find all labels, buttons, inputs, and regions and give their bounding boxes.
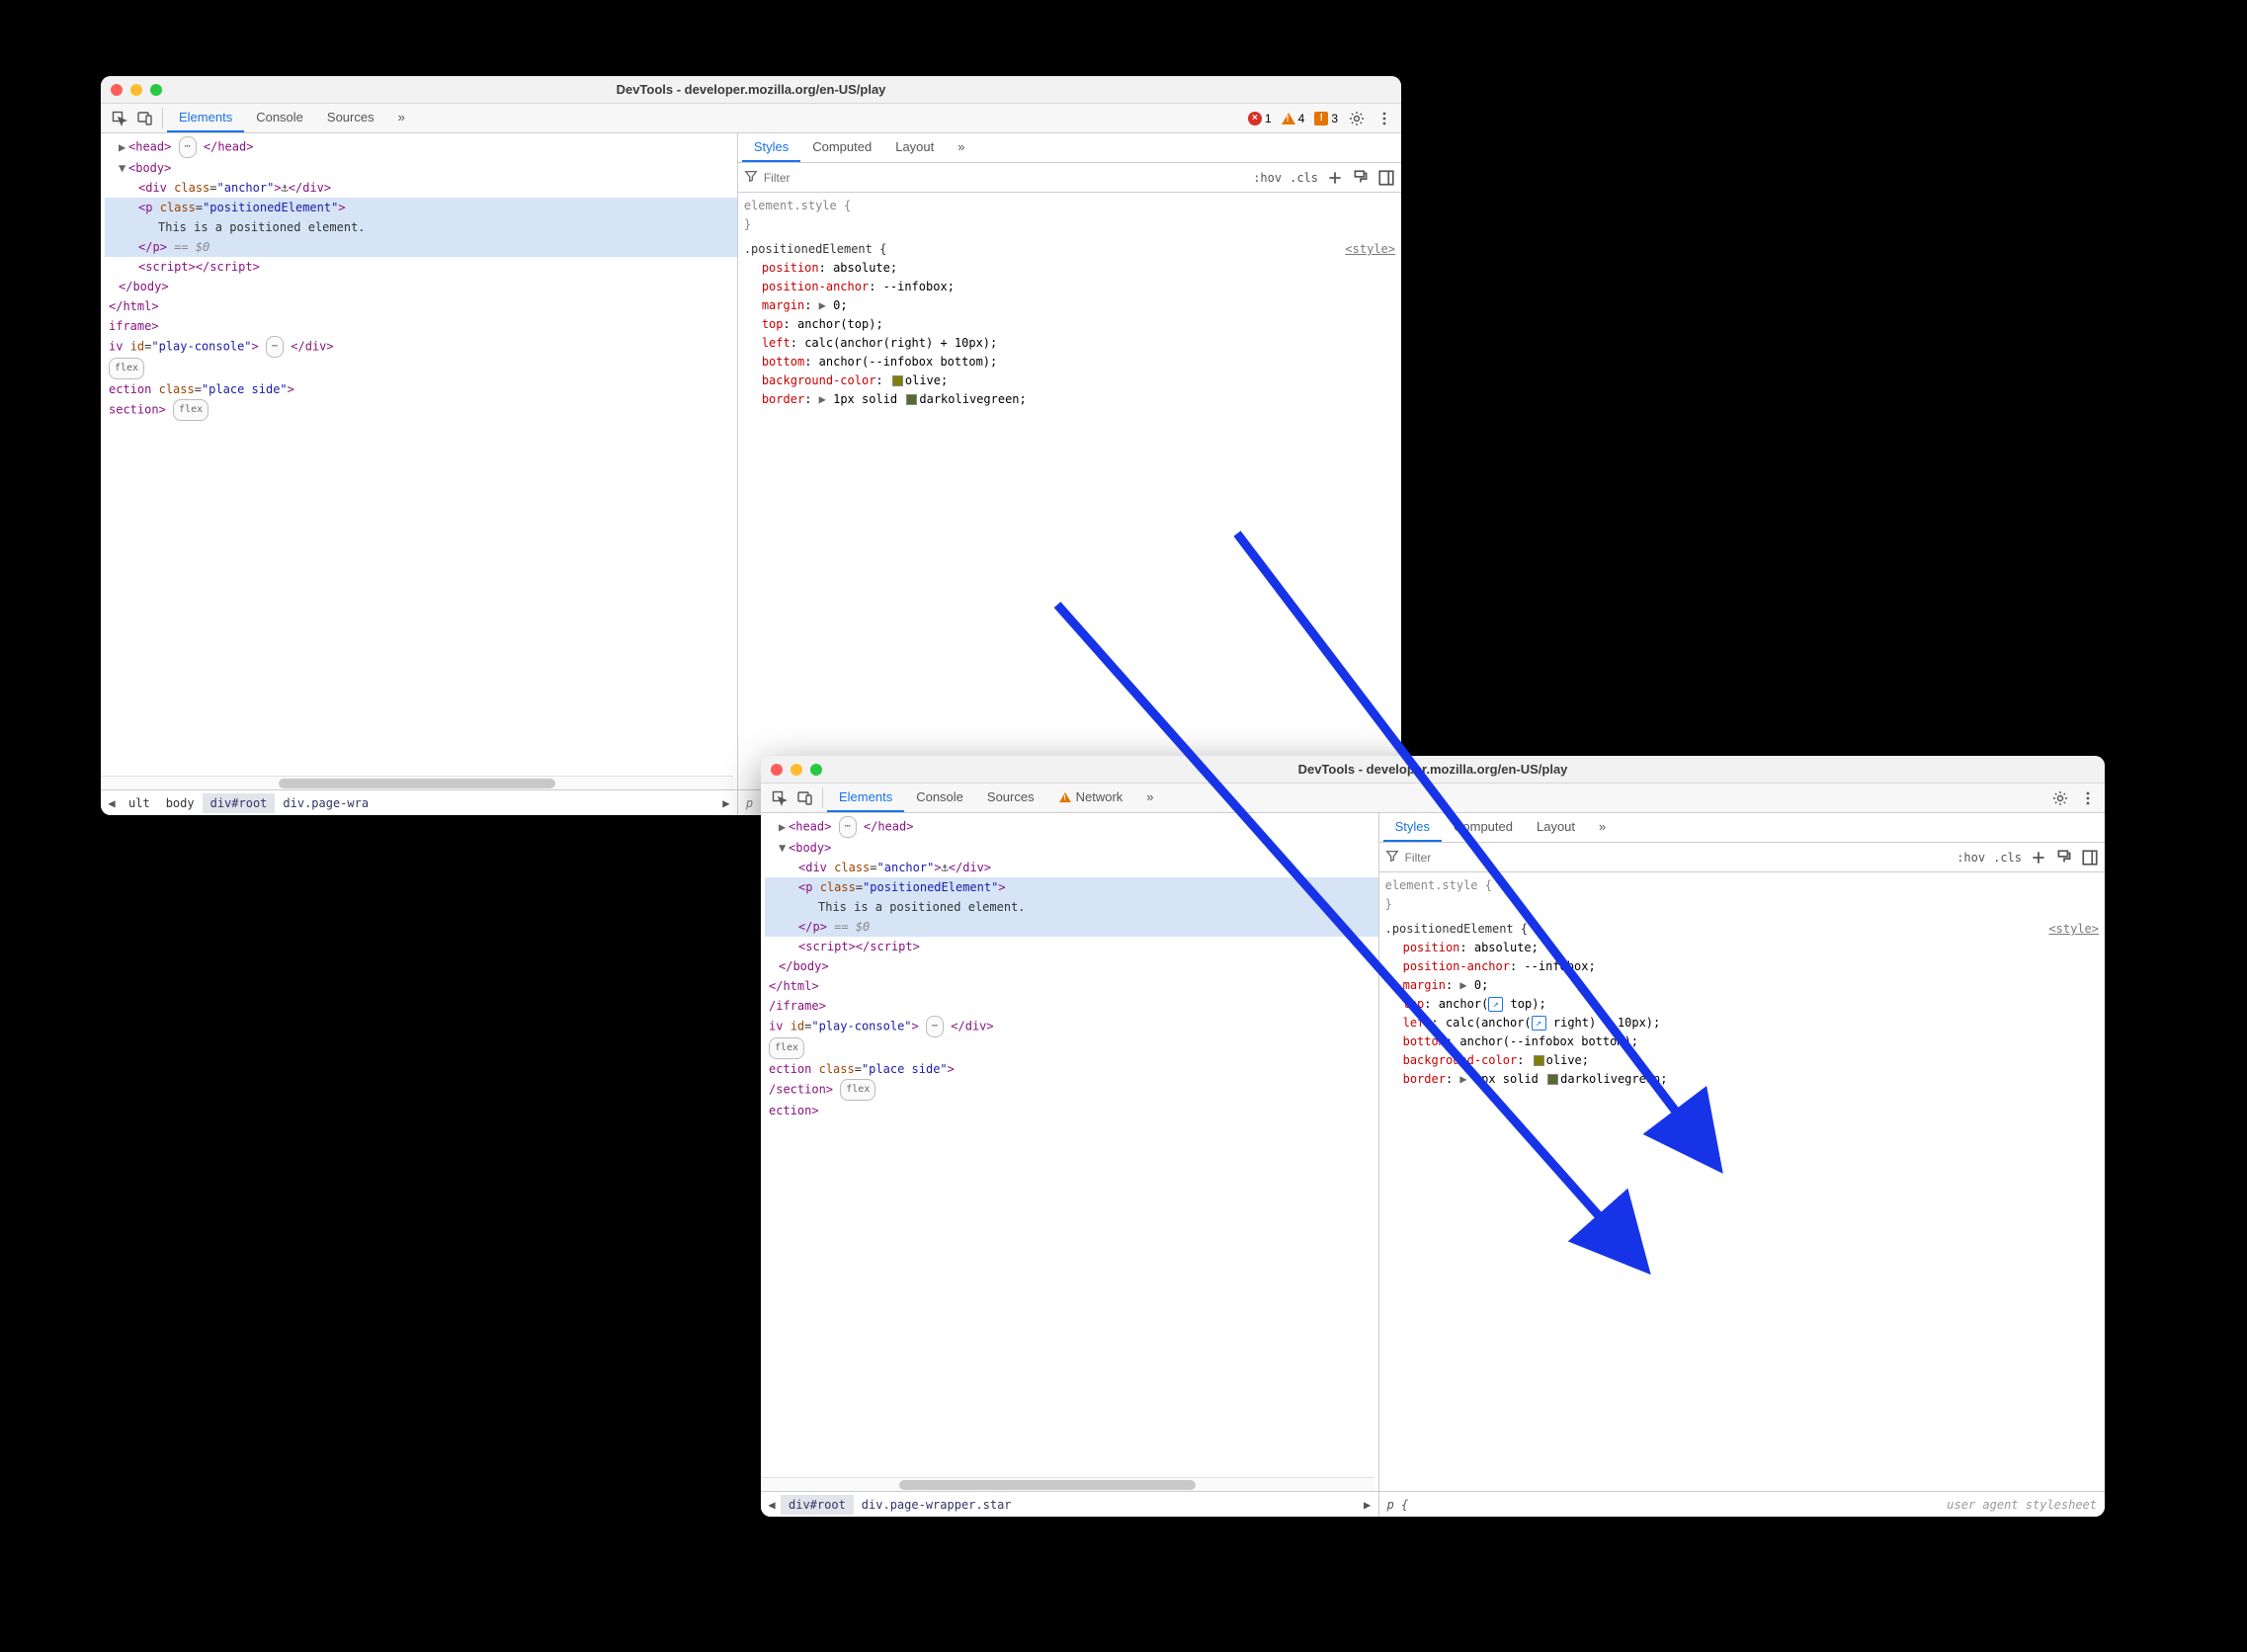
paint-icon[interactable] bbox=[1352, 169, 1370, 187]
close-button[interactable] bbox=[771, 764, 783, 776]
subtab-more[interactable]: » bbox=[1587, 813, 1618, 842]
minimize-button[interactable] bbox=[130, 84, 142, 96]
subtab-layout[interactable]: Layout bbox=[883, 133, 946, 162]
p-rule: p { bbox=[1387, 1498, 1409, 1512]
traffic-lights[interactable] bbox=[111, 84, 162, 96]
toolbar: Elements Console Sources Network » bbox=[761, 784, 2105, 813]
selected-node[interactable]: <p class="positionedElement"> bbox=[105, 198, 737, 217]
paint-icon[interactable] bbox=[2055, 849, 2073, 867]
selected-node[interactable]: <p class="positionedElement"> bbox=[765, 877, 1378, 897]
device-toggle-icon[interactable] bbox=[792, 784, 818, 812]
dock-icon[interactable] bbox=[1377, 169, 1395, 187]
color-swatch[interactable] bbox=[892, 375, 903, 386]
filter-icon bbox=[744, 169, 758, 186]
filter-input[interactable] bbox=[1405, 851, 1494, 865]
filter-input[interactable] bbox=[764, 171, 853, 185]
tab-elements[interactable]: Elements bbox=[167, 104, 244, 132]
tab-console[interactable]: Console bbox=[904, 784, 975, 812]
new-style-icon[interactable] bbox=[2030, 849, 2047, 867]
tab-console[interactable]: Console bbox=[244, 104, 315, 132]
color-swatch[interactable] bbox=[906, 394, 917, 405]
minimize-button[interactable] bbox=[791, 764, 802, 776]
cls-toggle[interactable]: .cls bbox=[1290, 171, 1318, 185]
tab-more[interactable]: » bbox=[386, 104, 417, 132]
traffic-lights[interactable] bbox=[771, 764, 822, 776]
h-scrollbar[interactable] bbox=[761, 1477, 1374, 1491]
css-rules[interactable]: element.style { } .positionedElement { <… bbox=[1379, 872, 2105, 1491]
color-swatch[interactable] bbox=[1534, 1055, 1544, 1066]
gear-icon[interactable] bbox=[1348, 110, 1366, 127]
anchor-link-icon[interactable]: ↗ bbox=[1532, 1016, 1546, 1031]
subtab-more[interactable]: » bbox=[946, 133, 976, 162]
tab-sources[interactable]: Sources bbox=[975, 784, 1046, 812]
anchor-link-icon[interactable]: ↗ bbox=[1488, 997, 1503, 1012]
subtab-styles[interactable]: Styles bbox=[1383, 813, 1442, 842]
bc-prev-icon[interactable]: ◀ bbox=[763, 1498, 781, 1512]
dock-icon[interactable] bbox=[2081, 849, 2099, 867]
dom-tree[interactable]: ▶<head> ⋯ </head> ▼<body> <div class="an… bbox=[101, 133, 737, 776]
violation-count[interactable]: !3 bbox=[1314, 112, 1338, 125]
breadcrumb[interactable]: ◀ div#root div.page-wrapper.star ▶ bbox=[761, 1491, 1378, 1517]
titlebar: DevTools - developer.mozilla.org/en-US/p… bbox=[101, 76, 1401, 104]
subtab-computed[interactable]: Computed bbox=[1442, 813, 1525, 842]
elements-panel: ▶<head> ⋯ </head> ▼<body> <div class="an… bbox=[101, 133, 738, 815]
bc-next-icon[interactable]: ▶ bbox=[717, 796, 735, 810]
subtab-layout[interactable]: Layout bbox=[1525, 813, 1587, 842]
h-scrollbar[interactable] bbox=[101, 776, 733, 789]
elements-panel: ▶<head> ⋯ </head> ▼<body> <div class="an… bbox=[761, 813, 1379, 1517]
color-swatch[interactable] bbox=[1547, 1074, 1558, 1085]
zoom-button[interactable] bbox=[810, 764, 822, 776]
source-link[interactable]: <style> bbox=[1345, 240, 1395, 259]
subtab-styles[interactable]: Styles bbox=[742, 133, 800, 162]
hov-toggle[interactable]: :hov bbox=[1253, 171, 1282, 185]
p-selector: p bbox=[746, 796, 753, 810]
close-button[interactable] bbox=[111, 84, 123, 96]
tab-sources[interactable]: Sources bbox=[315, 104, 386, 132]
toolbar: Elements Console Sources » ×1 4 !3 bbox=[101, 104, 1401, 133]
subtab-computed[interactable]: Computed bbox=[800, 133, 883, 162]
cls-toggle[interactable]: .cls bbox=[1993, 851, 2022, 865]
window-title: DevTools - developer.mozilla.org/en-US/p… bbox=[101, 82, 1401, 97]
styles-panel: Styles Computed Layout » :hov .cls bbox=[1379, 813, 2105, 1517]
css-rules[interactable]: element.style { } .positionedElement { <… bbox=[738, 193, 1401, 789]
bc-next-icon[interactable]: ▶ bbox=[1359, 1498, 1376, 1512]
warning-count[interactable]: 4 bbox=[1282, 112, 1305, 125]
more-icon[interactable] bbox=[2079, 789, 2097, 807]
source-link[interactable]: <style> bbox=[2048, 920, 2099, 939]
gear-icon[interactable] bbox=[2051, 789, 2069, 807]
filter-icon bbox=[1385, 849, 1399, 866]
breadcrumb[interactable]: ◀ ult body div#root div.page-wra ▶ bbox=[101, 789, 737, 815]
titlebar: DevTools - developer.mozilla.org/en-US/p… bbox=[761, 756, 2105, 784]
error-count[interactable]: ×1 bbox=[1248, 112, 1272, 125]
inspect-icon[interactable] bbox=[767, 784, 792, 812]
styles-panel: Styles Computed Layout » :hov .cls bbox=[738, 133, 1401, 815]
dom-tree[interactable]: ▶<head> ⋯ </head> ▼<body> <div class="an… bbox=[761, 813, 1378, 1477]
new-style-icon[interactable] bbox=[1326, 169, 1344, 187]
more-icon[interactable] bbox=[1375, 110, 1393, 127]
zoom-button[interactable] bbox=[150, 84, 162, 96]
hov-toggle[interactable]: :hov bbox=[1956, 851, 1985, 865]
window-title: DevTools - developer.mozilla.org/en-US/p… bbox=[761, 762, 2105, 777]
inspect-icon[interactable] bbox=[107, 104, 132, 132]
devtools-window-2: DevTools - developer.mozilla.org/en-US/p… bbox=[761, 756, 2105, 1517]
tab-network[interactable]: Network bbox=[1046, 784, 1135, 812]
ua-stylesheet-label: user agent stylesheet bbox=[1947, 1498, 2097, 1512]
device-toggle-icon[interactable] bbox=[132, 104, 158, 132]
devtools-window-1: DevTools - developer.mozilla.org/en-US/p… bbox=[101, 76, 1401, 815]
tab-more[interactable]: » bbox=[1134, 784, 1165, 812]
tab-elements[interactable]: Elements bbox=[827, 784, 904, 812]
bc-prev-icon[interactable]: ◀ bbox=[103, 796, 121, 810]
